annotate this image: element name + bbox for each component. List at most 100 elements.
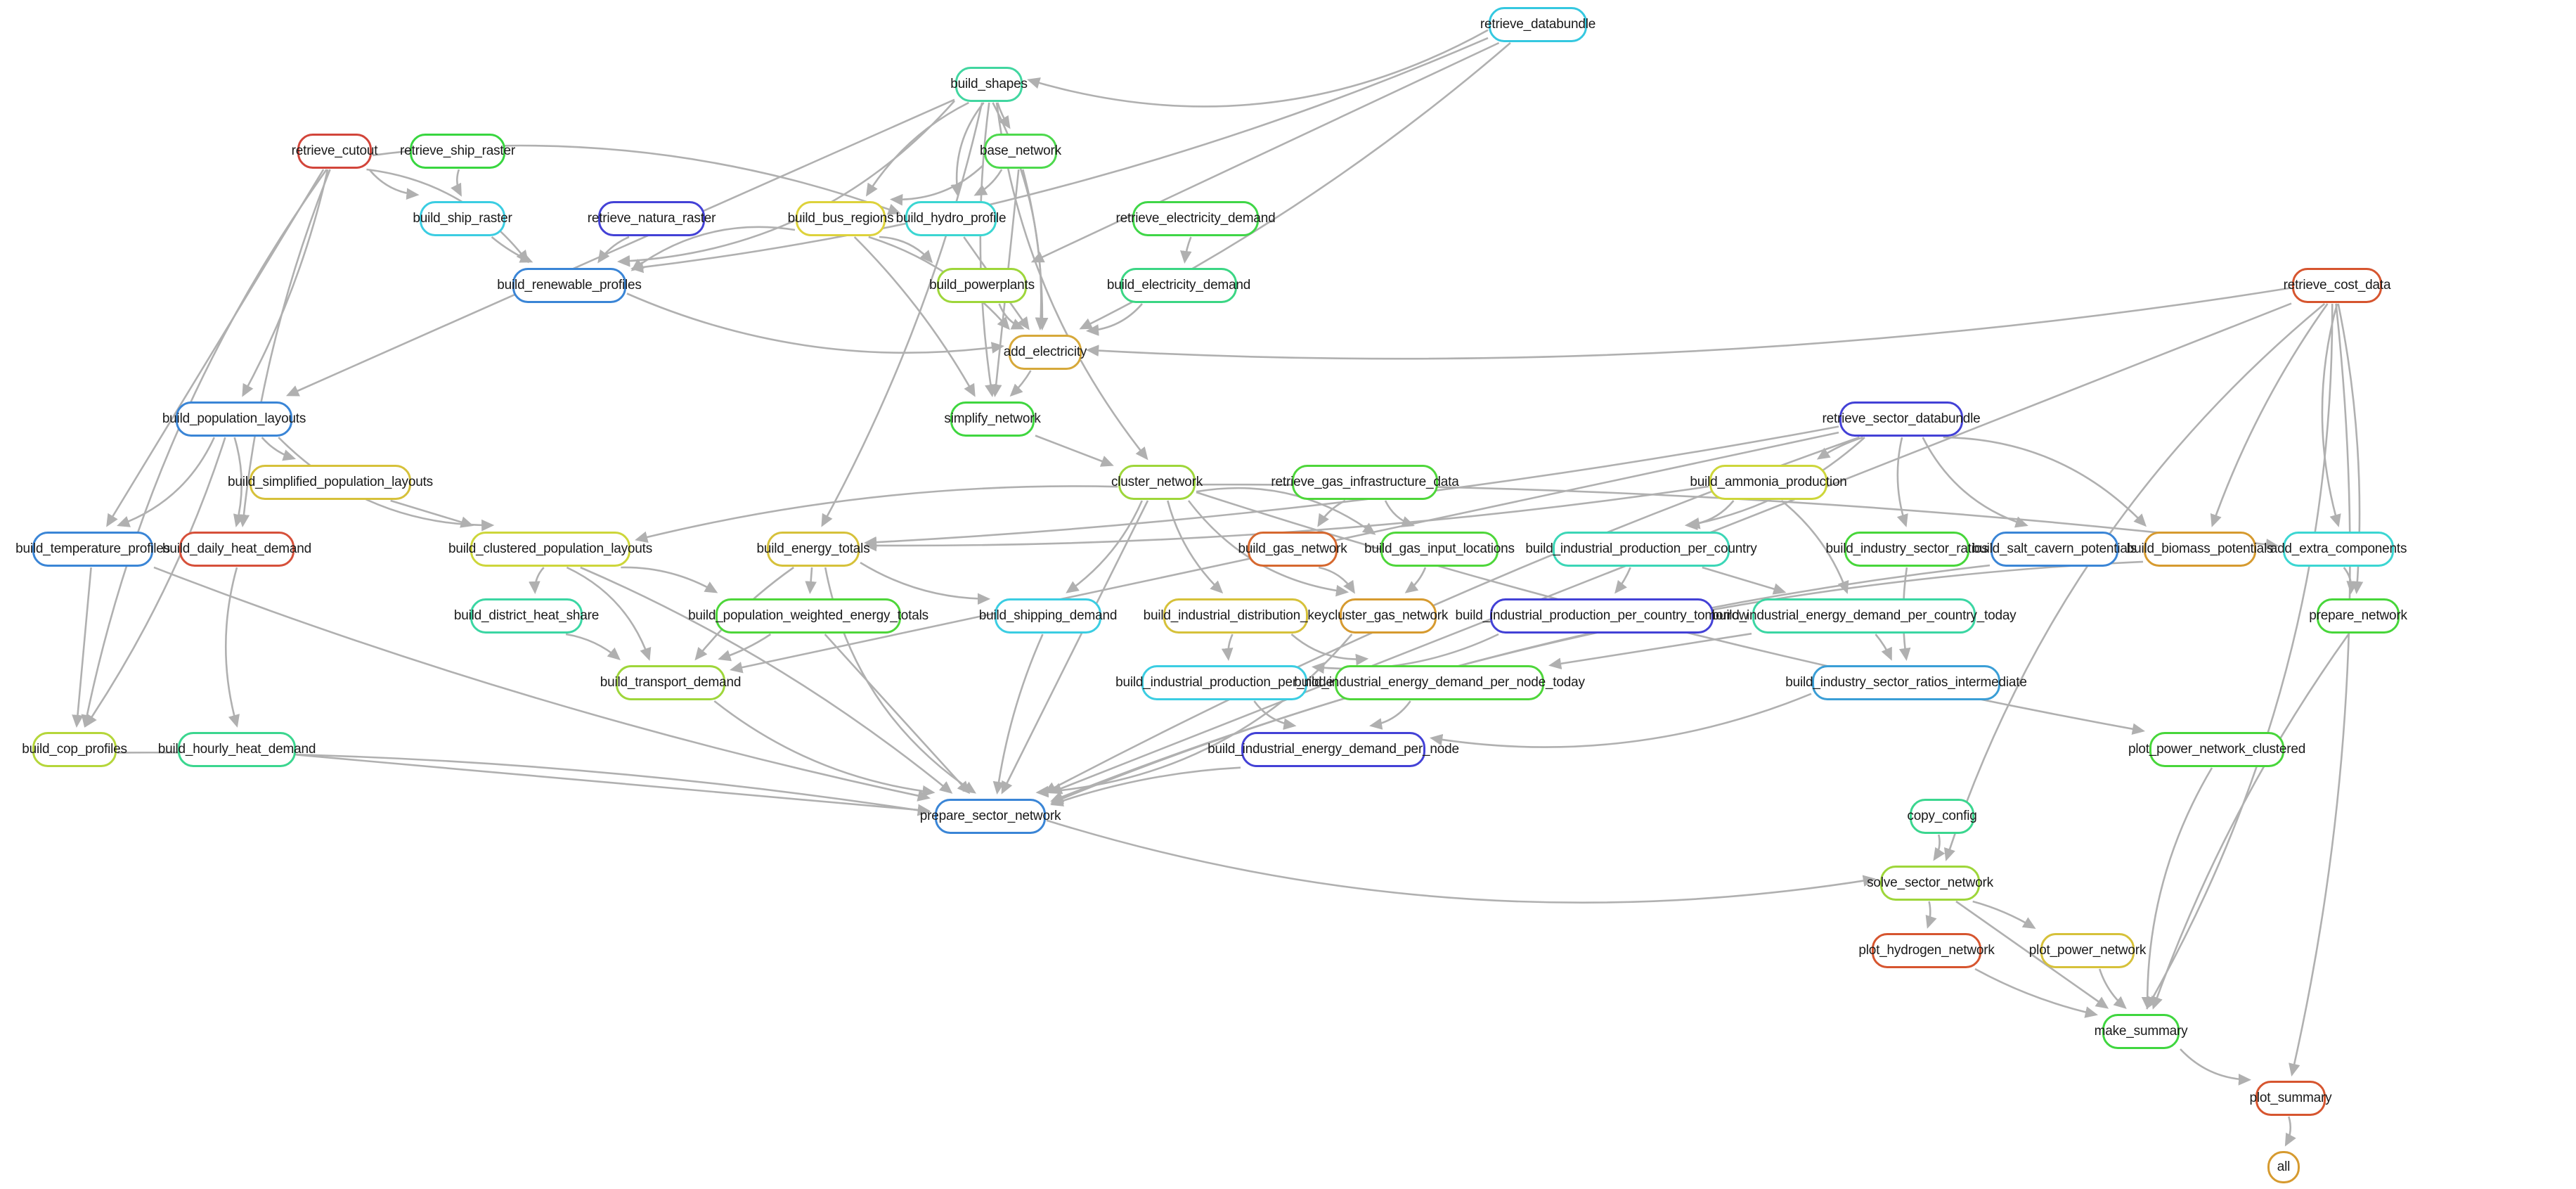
dag-node-build_renewable_profiles[interactable]: build_renewable_profiles bbox=[497, 268, 642, 303]
dag-node-label: add_electricity bbox=[1003, 345, 1087, 359]
dag-node-simplify_network[interactable]: simplify_network bbox=[944, 401, 1041, 437]
dag-node-build_temperature_profiles[interactable]: build_temperature_profiles bbox=[15, 532, 170, 567]
dag-node-base_network[interactable]: base_network bbox=[980, 134, 1061, 169]
dag-node-retrieve_cost_data[interactable]: retrieve_cost_data bbox=[2284, 268, 2391, 303]
dag-node-plot_power_network_clustered[interactable]: plot_power_network_clustered bbox=[2128, 732, 2305, 767]
dag-node-label: build_district_heat_share bbox=[453, 608, 600, 623]
dag-node-label: build_industrial_production_per_country_… bbox=[1455, 608, 1749, 623]
dag-node-label: build_powerplants bbox=[929, 278, 1035, 293]
dag-node-label: build_industrial_energy_demand_per_count… bbox=[1711, 608, 2017, 623]
dag-edge bbox=[2321, 303, 2341, 527]
dag-node-build_electricity_demand[interactable]: build_electricity_demand bbox=[1107, 268, 1250, 303]
dag-node-label: cluster_network bbox=[1111, 475, 1203, 489]
dag-node-add_electricity[interactable]: add_electricity bbox=[1004, 335, 1087, 370]
dag-node-prepare_sector_network[interactable]: prepare_sector_network bbox=[920, 799, 1061, 834]
dag-node-build_energy_totals[interactable]: build_energy_totals bbox=[757, 532, 870, 567]
dag-node-label: retrieve_databundle bbox=[1480, 17, 1596, 32]
dag-edge bbox=[1614, 567, 1631, 594]
dag-node-retrieve_gas_infrastructure_data[interactable]: retrieve_gas_infrastructure_data bbox=[1271, 465, 1459, 500]
dag-node-build_cop_profiles[interactable]: build_cop_profiles bbox=[22, 732, 127, 767]
dag-node-build_clustered_population_layouts[interactable]: build_clustered_population_layouts bbox=[448, 532, 652, 567]
dag-node-label: build_ammonia_production bbox=[1690, 475, 1847, 489]
dag-edge bbox=[1896, 437, 1908, 527]
dag-node-solve_sector_network[interactable]: solve_sector_network bbox=[1867, 866, 1993, 901]
dag-edge bbox=[2289, 303, 2351, 1076]
dag-edge bbox=[1179, 236, 1192, 264]
dag-node-build_hourly_heat_demand[interactable]: build_hourly_heat_demand bbox=[158, 732, 316, 767]
dag-node-build_bus_regions[interactable]: build_bus_regions bbox=[788, 201, 894, 236]
dag-edge bbox=[2284, 1116, 2296, 1147]
dag-node-plot_power_network[interactable]: plot_power_network bbox=[2029, 933, 2146, 968]
dag-node-label: build_cop_profiles bbox=[22, 742, 127, 757]
dag-node-build_ammonia_production[interactable]: build_ammonia_production bbox=[1690, 465, 1847, 500]
dag-node-build_biomass_potentials[interactable]: build_biomass_potentials bbox=[2127, 532, 2273, 567]
dag-node-label: build_energy_totals bbox=[756, 541, 870, 556]
dag-edge bbox=[1933, 834, 1946, 861]
dag-node-retrieve_databundle[interactable]: retrieve_databundle bbox=[1480, 7, 1596, 42]
dag-node-build_gas_input_locations[interactable]: build_gas_input_locations bbox=[1364, 532, 1515, 567]
dag-edge bbox=[1944, 302, 2326, 861]
dag-edge bbox=[1035, 634, 1353, 798]
dag-node-cluster_gas_network[interactable]: cluster_gas_network bbox=[1328, 598, 1448, 634]
dag-node-build_industrial_production_per_node[interactable]: build_industrial_production_per_node bbox=[1115, 665, 1333, 700]
dag-node-build_population_weighted_energy_totals[interactable]: build_population_weighted_energy_totals bbox=[688, 598, 928, 634]
dag-node-retrieve_natura_raster[interactable]: retrieve_natura_raster bbox=[588, 201, 716, 236]
dag-node-make_summary[interactable]: make_summary bbox=[2095, 1014, 2188, 1049]
dag-node-label: retrieve_ship_raster bbox=[400, 143, 515, 158]
dag-node-label: retrieve_gas_infrastructure_data bbox=[1271, 475, 1459, 489]
dag-edge bbox=[2180, 1048, 2252, 1086]
dag-edge bbox=[853, 236, 976, 397]
dag-node-build_industrial_production_per_country[interactable]: build_industrial_production_per_country bbox=[1525, 532, 1757, 567]
dag-node-build_shipping_demand[interactable]: build_shipping_demand bbox=[979, 598, 1117, 634]
dag-edge bbox=[1943, 436, 2147, 527]
dag-node-label: build_hourly_heat_demand bbox=[157, 742, 316, 757]
dag-node-retrieve_sector_databundle[interactable]: retrieve_sector_databundle bbox=[1822, 401, 1981, 437]
dag-node-build_industrial_energy_demand_per_country_today[interactable]: build_industrial_energy_demand_per_count… bbox=[1712, 598, 2017, 634]
dag-node-retrieve_ship_raster[interactable]: retrieve_ship_raster bbox=[400, 134, 515, 169]
dag-edge bbox=[973, 169, 1003, 196]
dag-node-build_industrial_production_per_country_tomorrow[interactable]: build_industrial_production_per_country_… bbox=[1455, 598, 1749, 634]
dag-node-label: make_summary bbox=[2094, 1024, 2188, 1039]
dag-edge bbox=[2151, 634, 2350, 1010]
dag-node-build_district_heat_share[interactable]: build_district_heat_share bbox=[454, 598, 599, 634]
dag-node-cluster_network[interactable]: cluster_network bbox=[1111, 465, 1203, 500]
dag-node-build_hydro_profile[interactable]: build_hydro_profile bbox=[896, 201, 1007, 236]
dag-node-plot_summary[interactable]: plot_summary bbox=[2250, 1081, 2332, 1116]
dag-node-build_daily_heat_demand[interactable]: build_daily_heat_demand bbox=[162, 532, 311, 567]
dag-node-label: plot_hydrogen_network bbox=[1858, 943, 1995, 958]
dag-edge bbox=[992, 634, 1044, 795]
dag-node-build_industry_sector_ratios[interactable]: build_industry_sector_ratios bbox=[1826, 532, 1988, 567]
dag-node-build_ship_raster[interactable]: build_ship_raster bbox=[413, 201, 512, 236]
dag-node-build_industrial_distribution_key[interactable]: build_industrial_distribution_key bbox=[1144, 598, 1328, 634]
dag-edge bbox=[1030, 41, 1500, 263]
dag-node-build_simplified_population_layouts[interactable]: build_simplified_population_layouts bbox=[228, 465, 433, 500]
dag-node-label: build_ship_raster bbox=[413, 211, 512, 226]
dag-node-copy_config[interactable]: copy_config bbox=[1907, 799, 1977, 834]
dag-node-label: plot_power_network_clustered bbox=[2128, 742, 2306, 757]
dag-node-label: plot_summary bbox=[2249, 1091, 2332, 1105]
dag-node-retrieve_electricity_demand[interactable]: retrieve_electricity_demand bbox=[1116, 201, 1276, 236]
dag-node-plot_hydrogen_network[interactable]: plot_hydrogen_network bbox=[1858, 933, 1995, 968]
dag-edge bbox=[1046, 819, 1876, 904]
dag-node-build_population_layouts[interactable]: build_population_layouts bbox=[162, 401, 306, 437]
dag-node-build_industry_sector_ratios_intermediate[interactable]: build_industry_sector_ratios_intermediat… bbox=[1785, 665, 2027, 700]
dag-node-label: base_network bbox=[980, 143, 1061, 158]
dag-node-build_salt_cavern_potentials[interactable]: build_salt_cavern_potentials bbox=[1972, 532, 2137, 567]
dag-node-label: retrieve_cost_data bbox=[2283, 278, 2391, 293]
dag-edge bbox=[597, 236, 630, 264]
dag-node-build_industrial_energy_demand_per_node[interactable]: build_industrial_energy_demand_per_node bbox=[1208, 732, 1459, 767]
dag-node-build_shapes[interactable]: build_shapes bbox=[950, 67, 1028, 102]
dag-node-label: build_shapes bbox=[950, 77, 1028, 91]
dag-node-retrieve_cutout[interactable]: retrieve_cutout bbox=[292, 134, 378, 169]
dag-edge bbox=[224, 567, 240, 728]
dag-edge bbox=[626, 293, 1005, 354]
dag-node-build_gas_network[interactable]: build_gas_network bbox=[1238, 532, 1347, 567]
dag-node-build_transport_demand[interactable]: build_transport_demand bbox=[600, 665, 741, 700]
dag-edge bbox=[1780, 499, 1849, 594]
dag-node-build_powerplants[interactable]: build_powerplants bbox=[929, 268, 1035, 303]
dag-node-build_industrial_energy_demand_per_node_today[interactable]: build_industrial_energy_demand_per_node_… bbox=[1294, 665, 1585, 700]
dag-node-prepare_network[interactable]: prepare_network bbox=[2309, 598, 2407, 634]
dag-node-all[interactable]: all bbox=[2267, 1151, 2300, 1183]
dag-node-label: build_gas_input_locations bbox=[1364, 541, 1515, 556]
dag-node-add_extra_components[interactable]: add_extra_components bbox=[2270, 532, 2407, 567]
